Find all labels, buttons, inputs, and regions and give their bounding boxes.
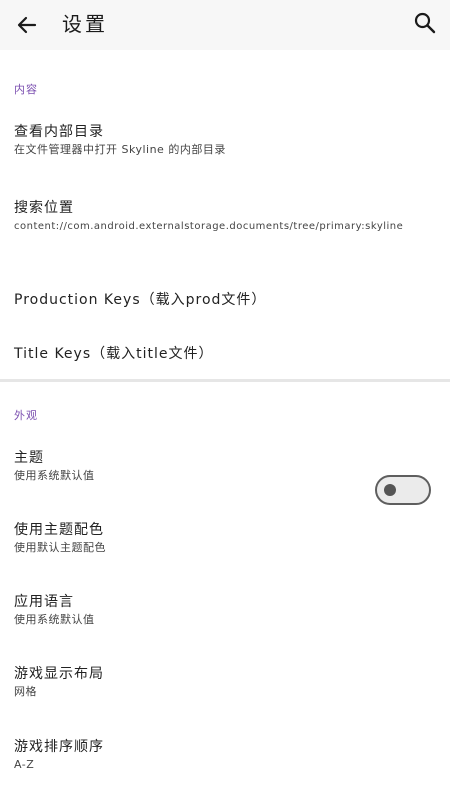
- setting-item-app-language[interactable]: 应用语言 使用系统默认值: [14, 592, 434, 628]
- setting-item-production-keys[interactable]: Production Keys（载入prod文件）: [14, 290, 434, 310]
- page-title: 设置: [62, 12, 108, 36]
- setting-item-game-sort-order[interactable]: 游戏排序顺序 A-Z: [14, 737, 434, 773]
- setting-subtitle: content://com.android.externalstorage.do…: [14, 221, 404, 232]
- section-header-appearance: 外观: [14, 409, 38, 422]
- setting-subtitle: A-Z: [14, 758, 35, 771]
- settings-list: 内容 查看内部目录 在文件管理器中打开 Skyline 的内部目录 搜索位置 c…: [0, 50, 450, 800]
- setting-title: 查看内部目录: [14, 124, 104, 140]
- setting-item-theme-colors[interactable]: 使用主题配色 使用默认主题配色: [14, 520, 354, 556]
- setting-subtitle: 网格: [14, 685, 37, 698]
- section-header-content: 内容: [14, 83, 38, 96]
- setting-item-search-location[interactable]: 搜索位置 content://com.android.externalstora…: [14, 198, 434, 236]
- search-icon[interactable]: [412, 10, 438, 36]
- setting-subtitle: 使用默认主题配色: [14, 541, 106, 554]
- setting-title: 主题: [14, 450, 44, 466]
- app-bar: 设置: [0, 0, 450, 50]
- setting-title: 搜索位置: [14, 200, 74, 216]
- toggle-knob: [384, 484, 396, 496]
- back-arrow-icon[interactable]: [12, 10, 42, 40]
- setting-title: 游戏排序顺序: [14, 739, 104, 755]
- setting-title: Title Keys（载入title文件）: [14, 346, 214, 362]
- setting-subtitle: 使用系统默认值: [14, 469, 95, 482]
- setting-item-title-keys[interactable]: Title Keys（载入title文件）: [14, 344, 434, 364]
- setting-subtitle: 使用系统默认值: [14, 613, 95, 626]
- setting-item-internal-directory[interactable]: 查看内部目录 在文件管理器中打开 Skyline 的内部目录: [14, 122, 434, 158]
- theme-colors-toggle[interactable]: [375, 475, 431, 505]
- setting-item-theme[interactable]: 主题 使用系统默认值: [14, 448, 434, 484]
- setting-title: 使用主题配色: [14, 522, 104, 538]
- setting-title: 应用语言: [14, 594, 74, 610]
- setting-subtitle: 在文件管理器中打开 Skyline 的内部目录: [14, 143, 226, 156]
- section-divider: [0, 379, 450, 382]
- setting-title: Production Keys（载入prod文件）: [14, 292, 267, 308]
- setting-title: 游戏显示布局: [14, 666, 104, 682]
- setting-item-game-layout[interactable]: 游戏显示布局 网格: [14, 664, 434, 700]
